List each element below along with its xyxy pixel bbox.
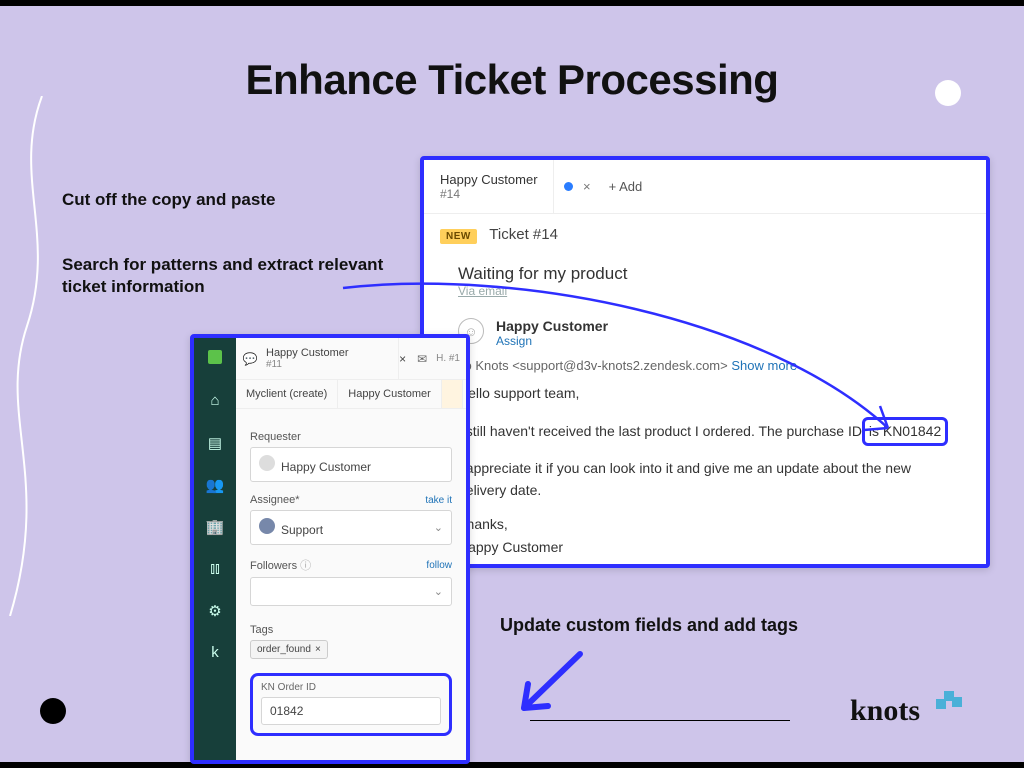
apps-icon[interactable]: k (205, 644, 225, 664)
ticket-form-panel: ⌂ ▤ 👥 🏢 ⫾⫾ ⚙ k 💬 Happy Customer #11 × ✉ … (190, 334, 470, 764)
chevron-down-icon: ⌄ (434, 585, 443, 598)
show-more-link[interactable]: Show more (731, 358, 797, 373)
followers-label-txt: Followers (250, 560, 297, 572)
msg-signoff: Thanks, (458, 514, 962, 536)
brand-wordmark: knots (850, 694, 920, 728)
kn-order-id-field-highlight: KN Order ID 01842 (250, 673, 452, 736)
speech-icon: 💬 (242, 352, 258, 366)
ticket-status-badge: NEW (440, 229, 477, 244)
brand-underline (530, 720, 790, 721)
requester-avatar-icon (259, 455, 275, 471)
caption-update-fields: Update custom fields and add tags (500, 615, 798, 636)
assign-link[interactable]: Assign (496, 334, 608, 348)
form-tab-truncated[interactable]: H. #1 (436, 354, 460, 364)
decor-squiggle (2, 96, 62, 616)
tab-ticket-id: #14 (440, 187, 539, 201)
form-tab-close-button[interactable]: × (399, 352, 406, 366)
subtab-new-indicator[interactable] (442, 380, 463, 408)
ticket-message-panel: Happy Customer #14 × + Add NEW Ticket #1… (420, 156, 990, 568)
tab-unread-indicator-icon (564, 182, 573, 191)
form-tab-active[interactable]: Happy Customer #11 (258, 338, 399, 379)
requester-field[interactable]: Happy Customer (250, 447, 452, 482)
slide-bottom-bar (0, 762, 1024, 768)
home-icon[interactable]: ⌂ (205, 392, 225, 412)
followers-label: Followers ⓘ follow (250, 557, 452, 573)
follow-link[interactable]: follow (426, 560, 452, 571)
settings-icon[interactable]: ⚙ (205, 602, 225, 622)
inbox-icon[interactable]: ▤ (205, 434, 225, 454)
msg-signature: Happy Customer (458, 537, 962, 559)
assignee-field[interactable]: Support ⌄ (250, 510, 452, 545)
app-logo-icon[interactable] (208, 350, 222, 364)
extracted-order-id: is KN01842 (862, 417, 948, 447)
assignee-label: Assignee* take it (250, 494, 452, 506)
tags-field[interactable]: order_found × (250, 640, 452, 659)
decor-dot-white (935, 80, 961, 106)
tab-add-button[interactable]: + Add (609, 179, 643, 194)
msg-before-id: I still haven't received the last produc… (458, 423, 866, 439)
ticket-header: NEW Ticket #14 (424, 214, 986, 250)
followers-label-text: Followers ⓘ (250, 557, 311, 573)
tab-customer-name: Happy Customer (440, 172, 539, 187)
message-body: Hello support team, I still haven't rece… (458, 383, 962, 559)
app-nav-rail: ⌂ ▤ 👥 🏢 ⫾⫾ ⚙ k (194, 338, 236, 760)
msg-greeting: Hello support team, (458, 383, 962, 405)
ticket-number: Ticket #14 (489, 226, 558, 243)
requester-label-text: Requester (250, 431, 301, 443)
ticket-tab-active[interactable]: Happy Customer #14 (434, 160, 554, 213)
ticket-body: Waiting for my product Via email ☺ Happy… (424, 250, 986, 568)
ticket-via: Via email (458, 284, 962, 298)
tag-pill[interactable]: order_found × (250, 640, 328, 659)
tags-label: Tags (250, 624, 452, 636)
users-icon[interactable]: 👥 (205, 476, 225, 496)
org-icon[interactable]: 🏢 (205, 518, 225, 538)
brand-logo-icon (938, 690, 962, 708)
tab-close-button[interactable]: × (583, 179, 591, 194)
to-address: To Knots <support@d3v-knots2.zendesk.com… (458, 358, 728, 373)
order-id-input[interactable]: 01842 (261, 697, 441, 725)
assignee-avatar-icon (259, 518, 275, 534)
requester-label: Requester (250, 431, 452, 443)
form-subtabs: Myclient (create) Happy Customer (236, 380, 466, 409)
take-it-link[interactable]: take it (425, 495, 452, 506)
arrow-update-icon (510, 646, 590, 726)
ticket-form: 💬 Happy Customer #11 × ✉ H. #1 Myclient … (236, 338, 466, 760)
ticket-subject: Waiting for my product (458, 264, 962, 284)
form-tabstrip: 💬 Happy Customer #11 × ✉ H. #1 (236, 338, 466, 380)
order-id-label: KN Order ID (261, 682, 441, 693)
msg-line-order: I still haven't received the last produc… (458, 417, 962, 447)
followers-field[interactable]: ⌄ (250, 577, 452, 606)
caption-search-patterns: Search for patterns and extract relevant… (62, 254, 402, 298)
reports-icon[interactable]: ⫾⫾ (205, 560, 225, 580)
chevron-down-icon: ⌄ (434, 521, 443, 534)
info-icon[interactable]: ⓘ (300, 560, 311, 572)
form-tab-id: #11 (266, 359, 390, 370)
requester-value: Happy Customer (281, 460, 371, 474)
subtab-customer[interactable]: Happy Customer (338, 380, 442, 408)
form-tab-name: Happy Customer (266, 347, 390, 359)
caption-cut-copy-paste: Cut off the copy and paste (62, 190, 275, 210)
mail-icon[interactable]: ✉ (412, 352, 432, 366)
tag-remove-icon[interactable]: × (315, 644, 321, 655)
msg-line-followup: I appreciate it if you can look into it … (458, 458, 962, 501)
ticket-tabstrip: Happy Customer #14 × + Add (424, 160, 986, 214)
decor-dot-black (40, 698, 66, 724)
assignee-label-text: Assignee* (250, 494, 300, 506)
tag-text: order_found (257, 644, 311, 655)
sender-name: Happy Customer (496, 318, 608, 334)
slide-top-bar (0, 0, 1024, 6)
message-to-line: To Knots <support@d3v-knots2.zendesk.com… (458, 358, 962, 373)
page-title: Enhance Ticket Processing (0, 56, 1024, 104)
assignee-value: Support (281, 523, 323, 537)
subtab-myclient[interactable]: Myclient (create) (236, 380, 338, 408)
